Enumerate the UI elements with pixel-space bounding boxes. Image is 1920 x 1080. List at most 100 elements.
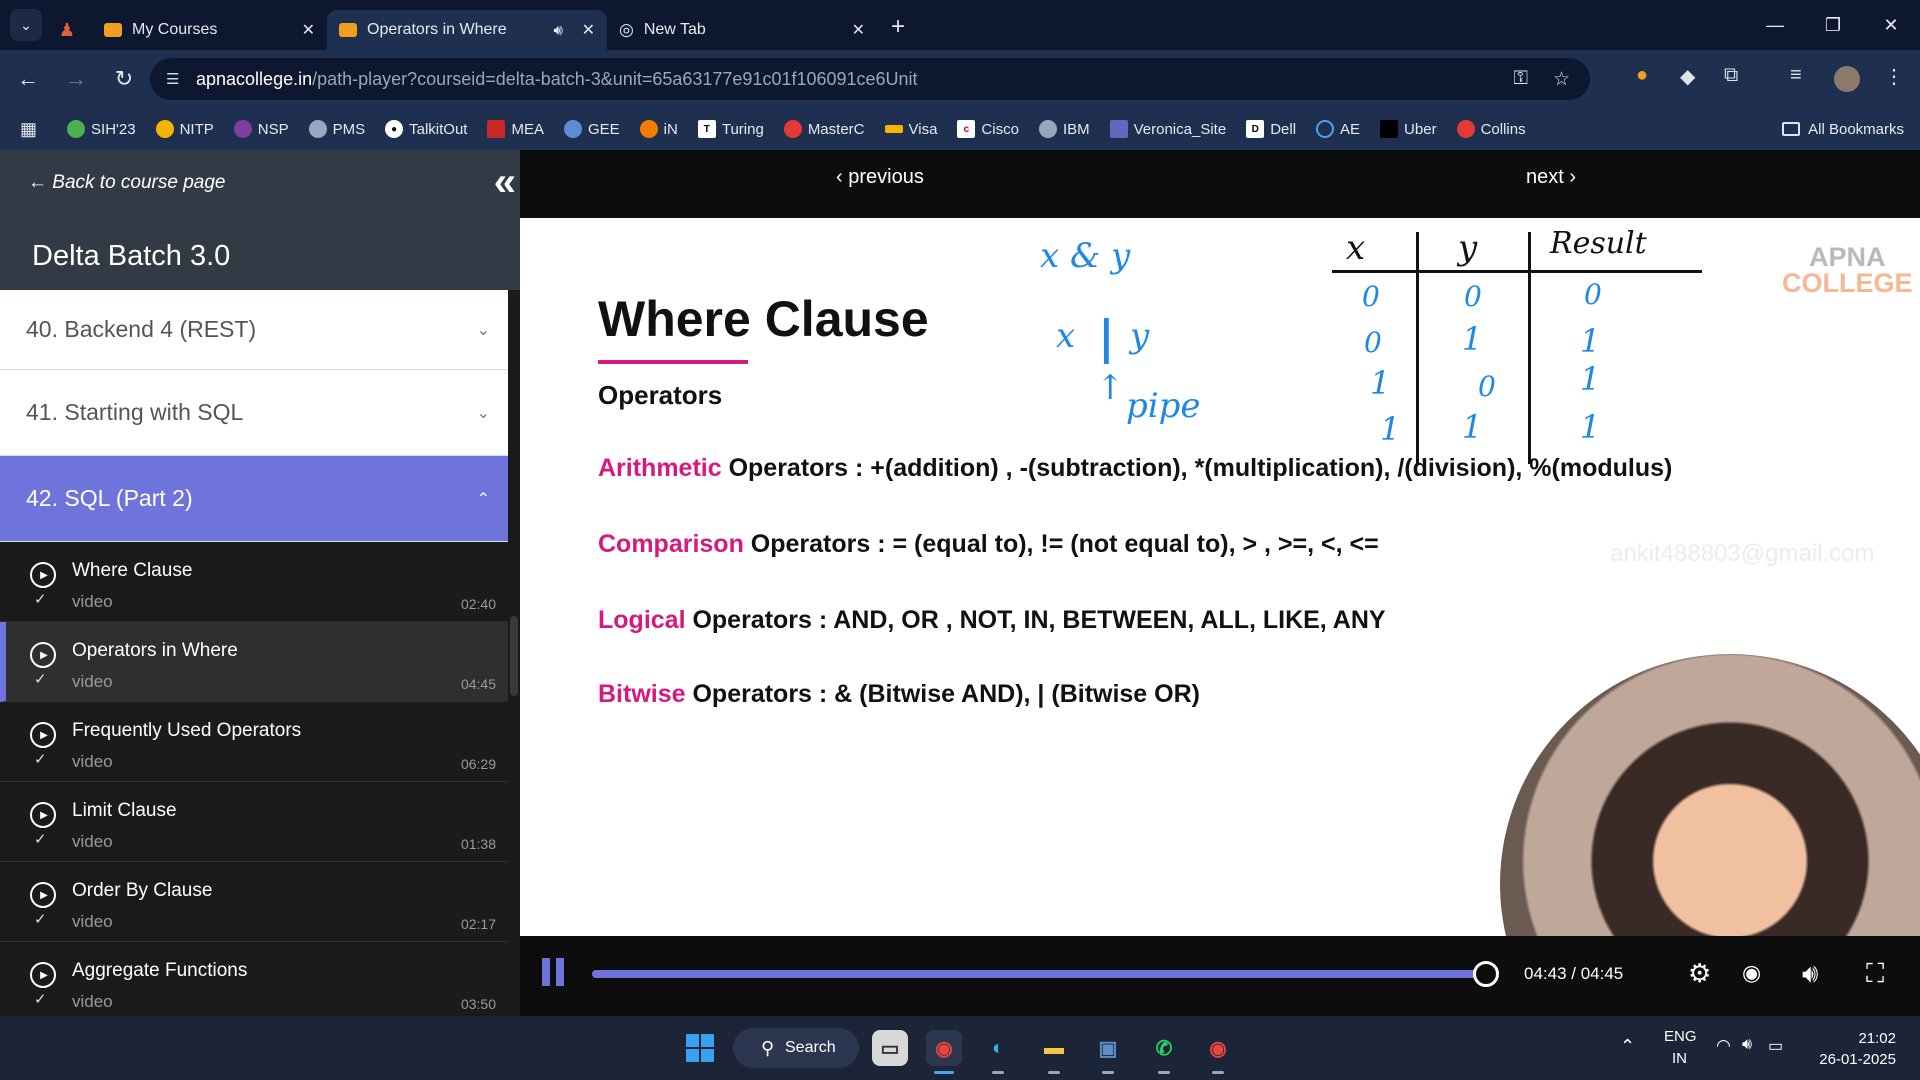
section-backend-4[interactable]: 40. Backend 4 (REST) ⌄: [0, 290, 508, 370]
bookmark-item[interactable]: D Dell: [1246, 120, 1296, 138]
tab-label: My Courses: [132, 21, 218, 38]
minimize-icon[interactable]: —: [1746, 0, 1804, 50]
whatsapp-icon[interactable]: ✆: [1146, 1030, 1182, 1074]
truth-table-header: x: [1346, 228, 1366, 268]
apna-college-logo: APNA COLLEGE: [1782, 242, 1913, 298]
all-bookmarks-button[interactable]: All Bookmarks: [1782, 121, 1904, 138]
chevron-down-icon: ⌄: [20, 16, 32, 33]
lesson-item[interactable]: ▶ Aggregate Functions ✓ video 03:50: [0, 942, 508, 1016]
bookmark-item[interactable]: Veronica_Site: [1109, 120, 1226, 138]
bookmark-item[interactable]: MasterC: [783, 120, 865, 138]
fullscreen-icon[interactable]: ⛶: [1866, 958, 1884, 990]
lesson-item-active[interactable]: ▶ Operators in Where ✓ video 04:45: [0, 622, 508, 702]
lesson-type: video: [72, 912, 113, 931]
sidebar-scrollbar[interactable]: [510, 616, 518, 696]
truth-table-cell: 0: [1584, 278, 1602, 311]
close-tab-icon[interactable]: ✕: [852, 20, 865, 40]
bookmark-item[interactable]: IBM: [1038, 120, 1090, 138]
pause-button[interactable]: [542, 958, 566, 986]
back-to-course-link[interactable]: ← Back to course page: [28, 172, 226, 194]
menu-icon[interactable]: ⋮: [1884, 64, 1904, 89]
video-frame[interactable]: Where Clause Operators APNA COLLEGE x & …: [520, 218, 1920, 936]
reload-icon[interactable]: ↻: [104, 59, 144, 99]
play-icon: ▶: [30, 642, 56, 668]
forward-arrow-icon[interactable]: →: [56, 59, 96, 99]
windows-start-icon[interactable]: [686, 1034, 714, 1062]
bookmark-star-icon[interactable]: ☆: [1553, 68, 1570, 91]
truth-table-cell: 1: [1580, 322, 1601, 360]
bookmark-item[interactable]: Collins: [1456, 120, 1526, 138]
taskbar-search[interactable]: ⚲ Search: [733, 1028, 859, 1068]
wifi-icon[interactable]: ◠: [1716, 1036, 1731, 1056]
lesson-item[interactable]: ▶ Order By Clause ✓ video 02:17: [0, 862, 508, 942]
volume-icon[interactable]: 🔊︎: [1742, 1036, 1752, 1054]
language-indicator[interactable]: ENG: [1664, 1028, 1697, 1045]
tab-pinned[interactable]: ♟: [42, 10, 92, 50]
section-sql-part-2[interactable]: 42. SQL (Part 2) ⌃: [0, 456, 508, 542]
tab-my-courses[interactable]: My Courses ✕: [92, 10, 327, 50]
battery-icon[interactable]: ▭: [1768, 1036, 1783, 1056]
chevron-up-icon[interactable]: ⌃: [1620, 1036, 1635, 1057]
bookmark-item[interactable]: iN: [639, 120, 678, 138]
file-explorer-icon[interactable]: ▬: [1036, 1030, 1072, 1074]
lesson-type: video: [72, 672, 113, 691]
previous-lesson-link[interactable]: ‹ previous: [836, 166, 924, 189]
edge-icon[interactable]: ◐: [980, 1030, 1016, 1074]
lesson-item[interactable]: ▶ Where Clause ✓ video 02:40: [0, 542, 508, 622]
gear-icon[interactable]: ⚙: [1688, 958, 1711, 989]
apps-grid-icon[interactable]: ▦: [20, 119, 37, 140]
extension-icon[interactable]: ●: [1636, 64, 1648, 87]
back-arrow-icon[interactable]: ←: [8, 59, 48, 99]
address-bar[interactable]: ☰ apnacollege.in/path-player?courseid=de…: [150, 58, 1590, 100]
speaker-icon[interactable]: 🔊︎: [554, 22, 563, 39]
close-tab-icon[interactable]: ✕: [302, 20, 315, 40]
next-lesson-link[interactable]: next ›: [1526, 166, 1576, 189]
handwritten-or-y: y: [1130, 316, 1150, 356]
truth-table-cell: 1: [1580, 360, 1601, 398]
restore-icon[interactable]: ❐: [1804, 0, 1862, 50]
profile-avatar[interactable]: [1834, 66, 1860, 92]
bookmark-item[interactable]: T Turing: [697, 120, 764, 138]
extensions-puzzle-icon[interactable]: ⧉: [1724, 64, 1738, 87]
bookmark-item[interactable]: NITP: [155, 120, 214, 138]
volume-icon[interactable]: 🔊︎: [1802, 958, 1818, 990]
tab-search-button[interactable]: ⌄: [10, 9, 42, 41]
password-key-icon[interactable]: ⚿: [1514, 68, 1528, 90]
bookmark-favicon-icon: D: [1246, 120, 1265, 138]
section-starting-with-sql[interactable]: 41. Starting with SQL ⌄: [0, 370, 508, 456]
media-control-icon[interactable]: ≡: [1790, 64, 1802, 87]
system-clock[interactable]: 21:02 26-01-2025: [1819, 1028, 1896, 1070]
bookmark-item[interactable]: Uber: [1380, 120, 1437, 138]
pinned-site-icon: ♟: [58, 19, 76, 40]
chrome-profile-icon[interactable]: ◉: [1200, 1030, 1236, 1074]
toggle-icon[interactable]: ◉: [1742, 960, 1761, 986]
mysql-workbench-icon[interactable]: ▣: [1090, 1030, 1126, 1074]
lesson-item[interactable]: ▶ Limit Clause ✓ video 01:38: [0, 782, 508, 862]
collapse-sidebar-icon[interactable]: «: [494, 160, 516, 205]
bookmark-item[interactable]: MEA: [487, 120, 544, 138]
chrome-icon[interactable]: ◉: [926, 1030, 962, 1074]
seek-handle[interactable]: [1472, 961, 1499, 987]
bookmark-favicon-icon: [639, 120, 658, 138]
new-tab-button[interactable]: +: [891, 13, 905, 41]
bookmark-item[interactable]: AE: [1316, 120, 1360, 138]
extension-icon[interactable]: ◆: [1680, 64, 1695, 89]
bookmark-item[interactable]: NSP: [233, 120, 289, 138]
bookmark-item[interactable]: ● TalkitOut: [385, 120, 467, 138]
task-view-icon[interactable]: ▭: [872, 1030, 908, 1066]
bookmark-item[interactable]: GEE: [563, 120, 620, 138]
bookmark-item[interactable]: PMS: [308, 120, 365, 138]
bookmark-item[interactable]: Visa: [884, 121, 937, 138]
lesson-item[interactable]: ▶ Frequently Used Operators ✓ video 06:2…: [0, 702, 508, 782]
url-text[interactable]: apnacollege.in/path-player?courseid=delt…: [196, 69, 918, 90]
play-icon: ▶: [30, 882, 56, 908]
close-tab-icon[interactable]: ✕: [582, 20, 595, 40]
bookmark-item[interactable]: SIH'23: [67, 120, 136, 138]
site-settings-icon[interactable]: ☰: [166, 70, 186, 88]
close-window-icon[interactable]: ✕: [1862, 0, 1920, 50]
tab-new-tab[interactable]: ◎ New Tab ✕: [607, 10, 877, 50]
seek-bar[interactable]: [592, 961, 1499, 987]
bookmark-item[interactable]: c Cisco: [957, 120, 1019, 138]
tab-operators-in-where[interactable]: Operators in Where 🔊︎ ✕: [327, 10, 607, 50]
bookmark-favicon-icon: [783, 120, 802, 138]
